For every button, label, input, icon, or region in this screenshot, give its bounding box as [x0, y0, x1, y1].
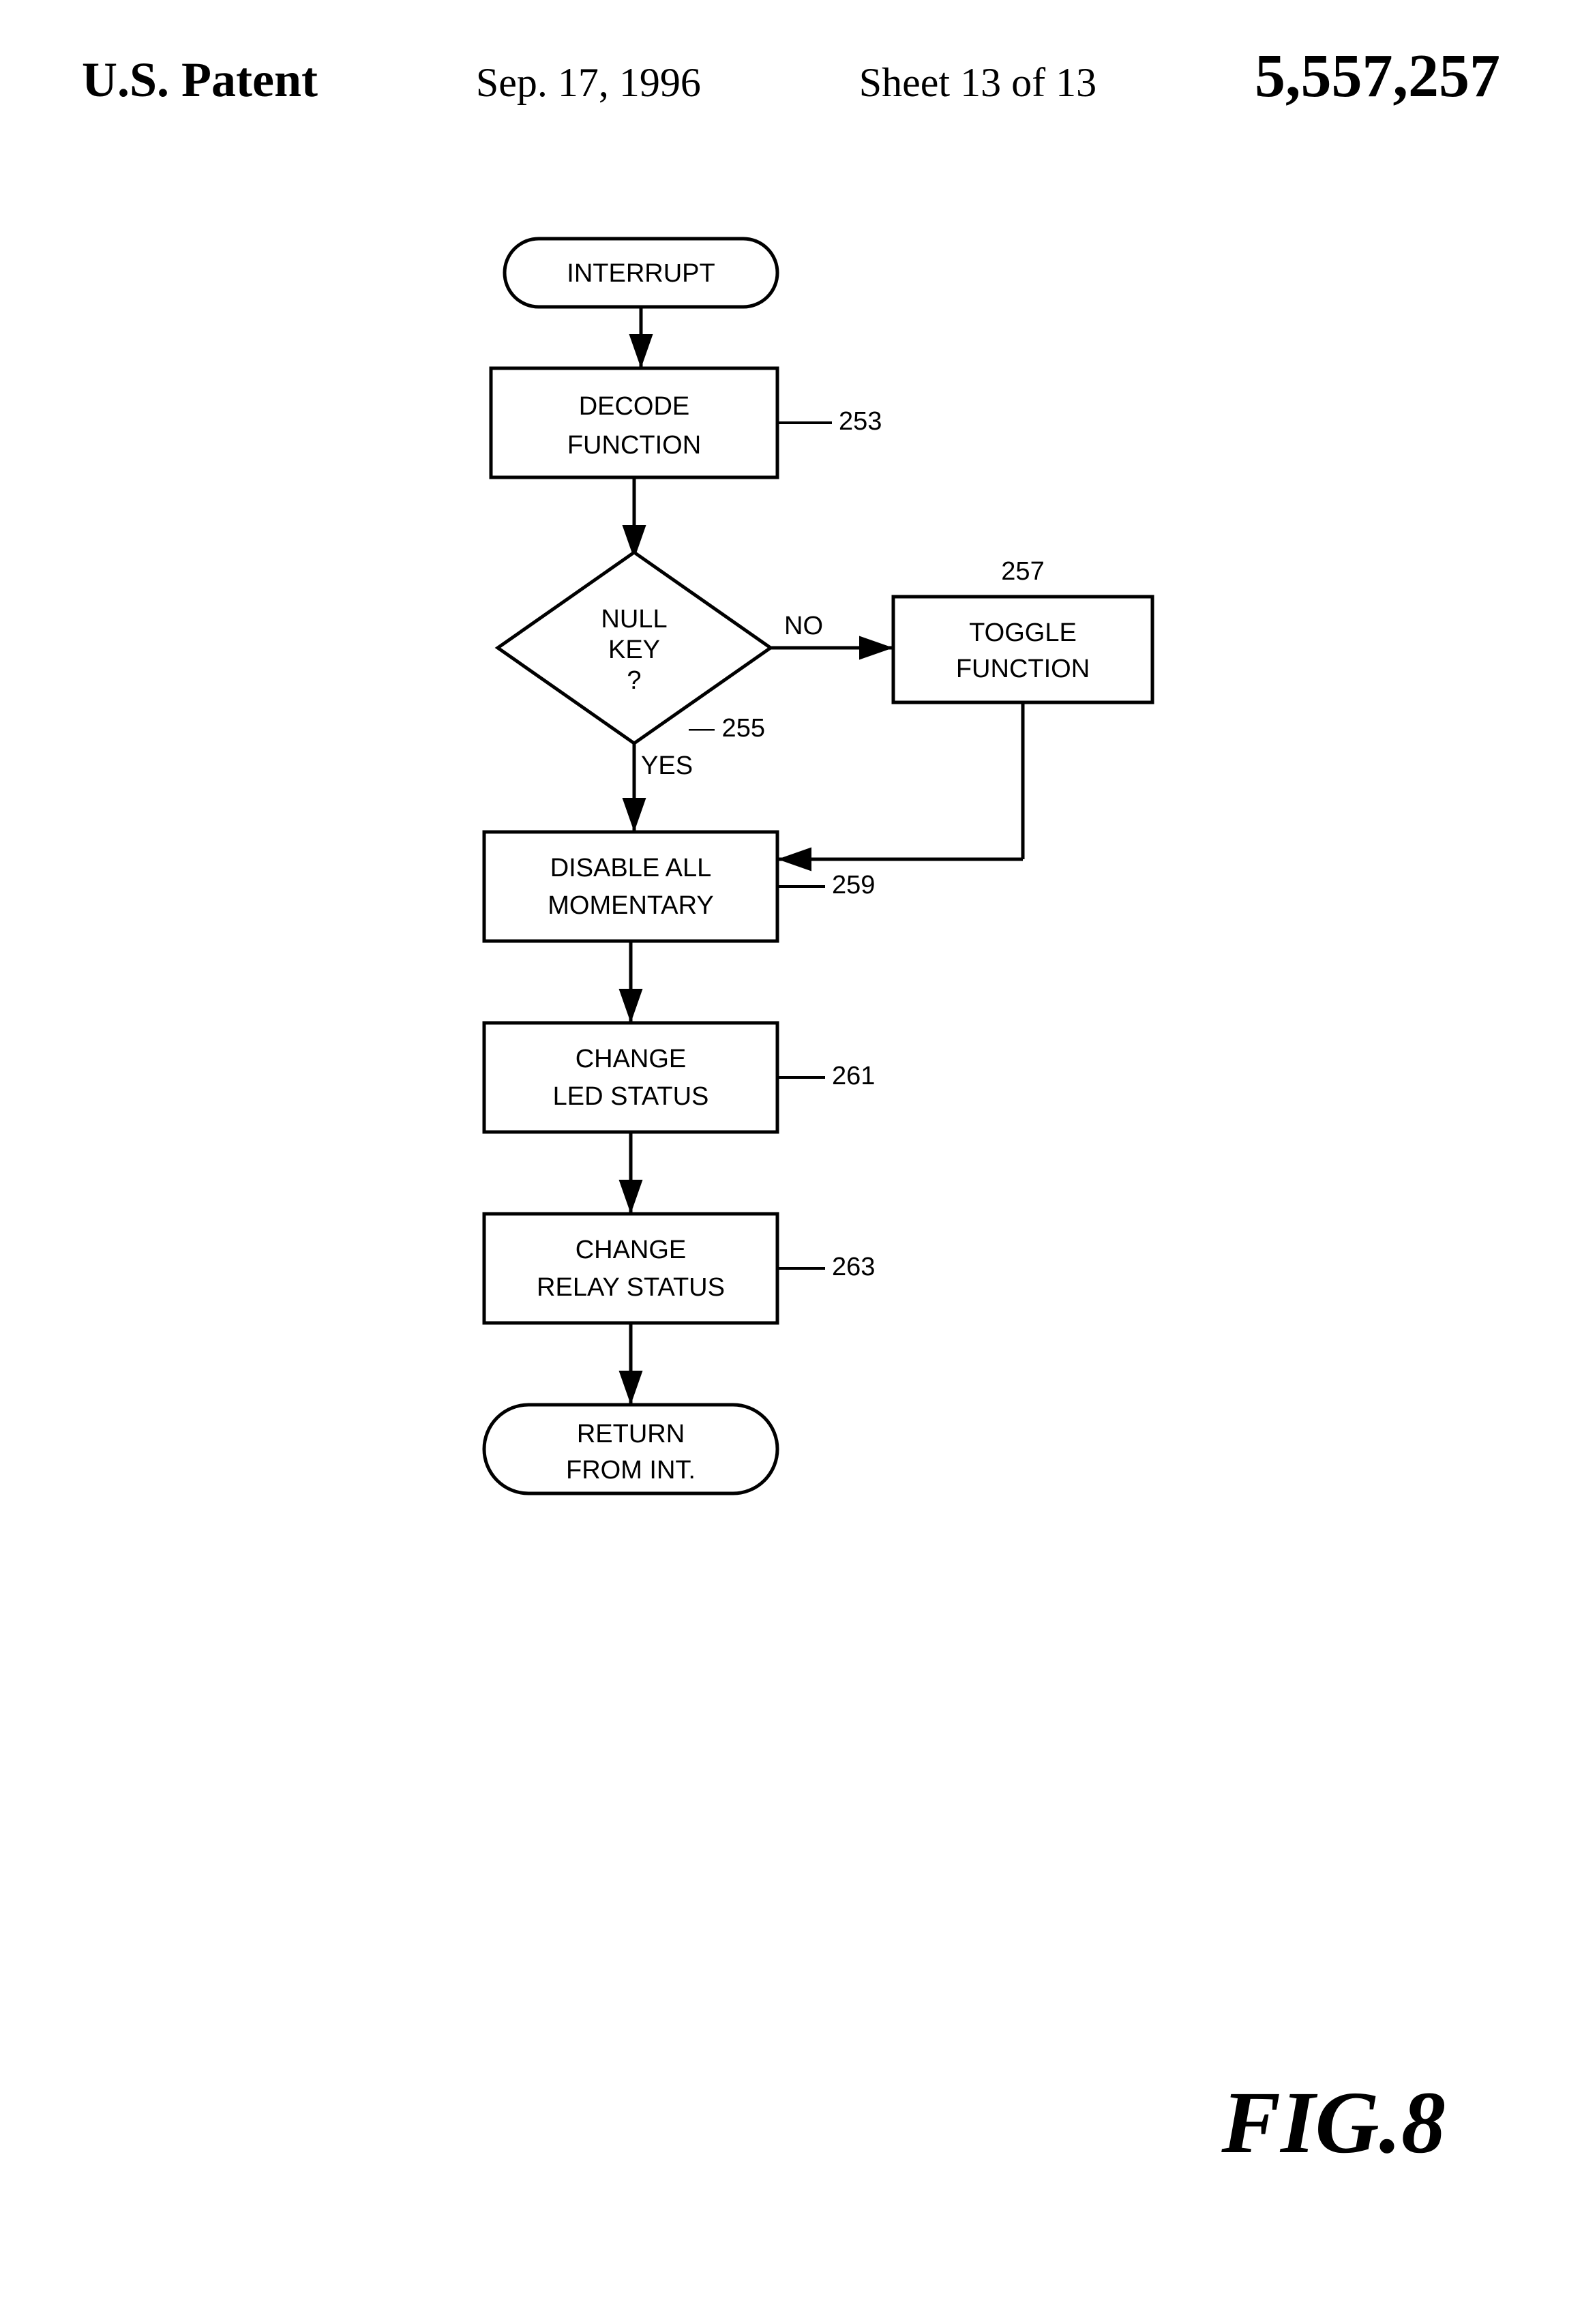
patent-page: U.S. Patent Sep. 17, 1996 Sheet 13 of 13… [0, 0, 1582, 2324]
ref-261: 261 [832, 1062, 875, 1090]
disable-label-2: MOMENTARY [548, 891, 714, 920]
change-led-label-2: LED STATUS [553, 1082, 709, 1111]
header-sheet: Sheet 13 of 13 [859, 59, 1096, 106]
patent-label: U.S. Patent [82, 52, 318, 108]
return-label-2: FROM INT. [566, 1456, 696, 1485]
return-label-1: RETURN [577, 1420, 685, 1448]
disable-label-1: DISABLE ALL [550, 854, 712, 882]
yes-label: YES [641, 751, 693, 780]
change-relay-label-2: RELAY STATUS [537, 1273, 725, 1302]
null-key-label-3: ? [627, 666, 641, 695]
ref-259: 259 [832, 871, 875, 899]
decode-node [491, 368, 777, 477]
change-relay-label-1: CHANGE [576, 1236, 687, 1264]
disable-node [484, 832, 777, 941]
null-key-label-1: NULL [601, 605, 667, 634]
toggle-label-2: FUNCTION [956, 655, 1090, 683]
flowchart-svg: text { font-family: Arial, Helvetica, sa… [314, 218, 1268, 1991]
figure-label: FIG.8 [1221, 2072, 1446, 2174]
decode-label-2: FUNCTION [567, 431, 701, 460]
ref-263: 263 [832, 1253, 875, 1281]
patent-number: 5,557,257 [1255, 41, 1500, 111]
null-key-label-2: KEY [608, 636, 660, 664]
header-date: Sep. 17, 1996 [476, 59, 701, 106]
change-relay-node [484, 1214, 777, 1323]
change-led-node [484, 1023, 777, 1132]
change-led-label-1: CHANGE [576, 1045, 687, 1073]
no-label: NO [784, 612, 823, 640]
flowchart: text { font-family: Arial, Helvetica, sa… [314, 218, 1268, 1995]
ref-257: 257 [1001, 557, 1044, 586]
decode-label-1: DECODE [579, 392, 690, 421]
header: U.S. Patent Sep. 17, 1996 Sheet 13 of 13… [0, 41, 1582, 111]
toggle-node [893, 597, 1152, 702]
toggle-label-1: TOGGLE [969, 619, 1077, 647]
ref-255: — 255 [689, 714, 765, 743]
interrupt-label: INTERRUPT [567, 259, 715, 288]
ref-253: 253 [839, 407, 882, 436]
